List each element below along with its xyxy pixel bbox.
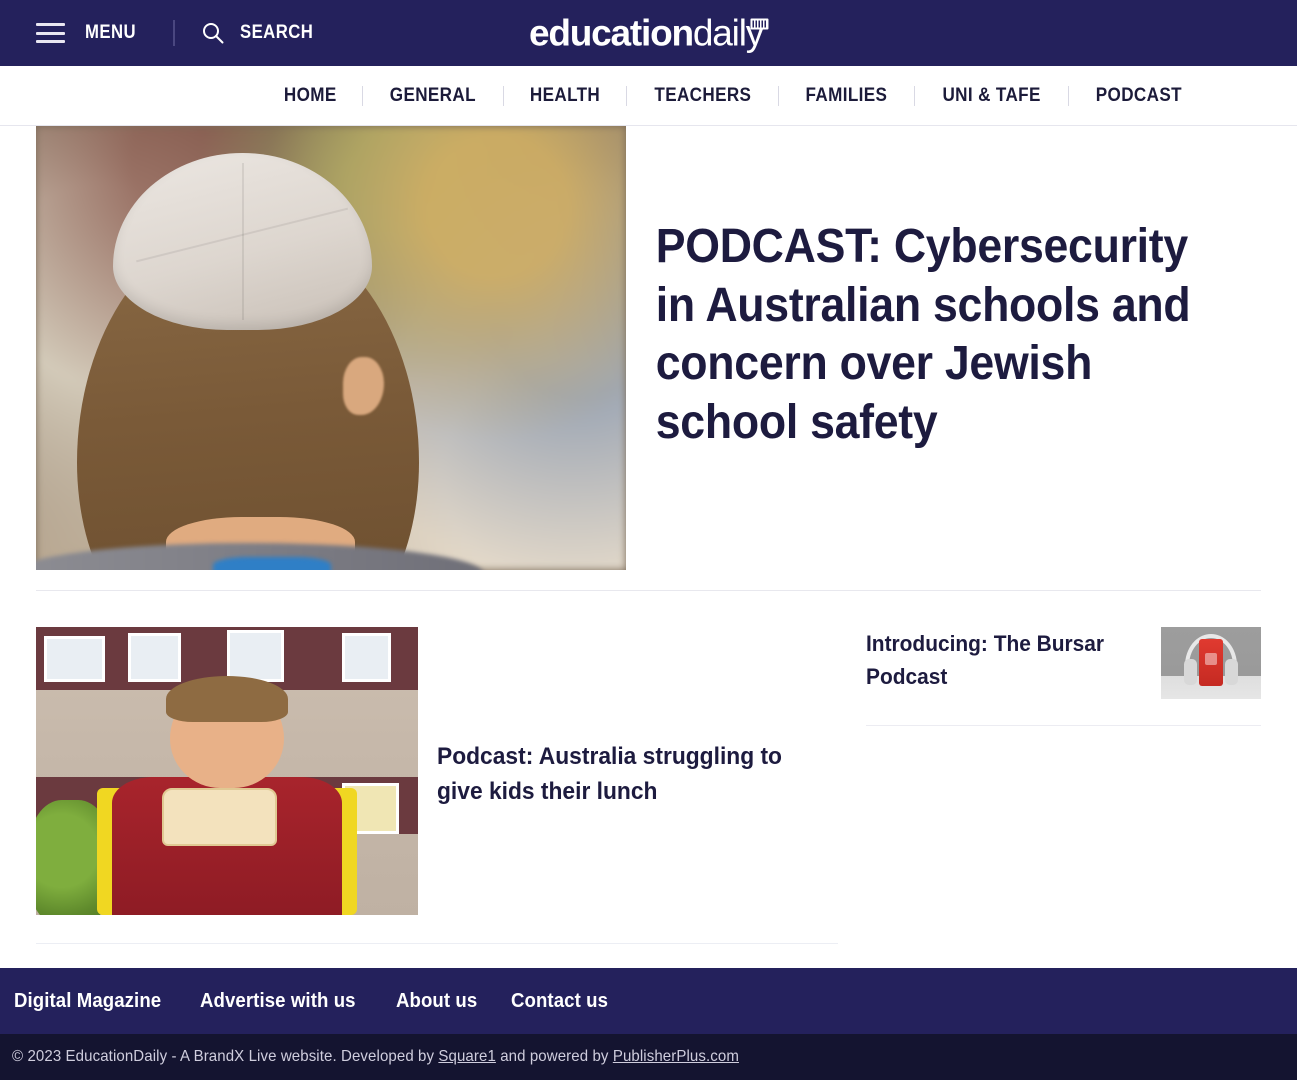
site-logo[interactable]: education daily	[528, 12, 769, 54]
site-footer: Digital Magazine Advertise with us About…	[0, 968, 1297, 1080]
logo-primary-text: education	[528, 12, 694, 54]
sandwich-art	[162, 788, 277, 846]
article-image[interactable]	[36, 627, 418, 915]
nav-separator	[914, 85, 916, 106]
footer-link-advertise[interactable]: Advertise with us	[200, 990, 356, 1013]
footer-link-about[interactable]: About us	[396, 990, 477, 1013]
nav-separator	[778, 85, 780, 106]
copyright-prefix: © 2023 EducationDaily - A BrandX Live we…	[12, 1048, 439, 1065]
hero-divider	[36, 590, 1261, 591]
content-row: Podcast: Australia struggling to give ki…	[0, 627, 1297, 944]
headphone-cup-art	[1225, 658, 1238, 685]
sidebar-article-thumbnail[interactable]	[1161, 627, 1261, 699]
hamburger-bar	[36, 31, 65, 35]
article-card[interactable]: Podcast: Australia struggling to give ki…	[36, 627, 838, 915]
headphone-cup-art	[1184, 658, 1197, 685]
nav-separator	[502, 85, 504, 106]
copyright-middle: and powered by	[495, 1048, 613, 1065]
book-icon	[750, 18, 769, 30]
nav-separator	[361, 85, 363, 106]
sidebar-article-headline[interactable]: Introducing: The Bursar Podcast	[866, 627, 1146, 694]
top-bar-left-group: MENU SEARCH	[0, 20, 323, 46]
window-art	[227, 629, 285, 682]
search-label: SEARCH	[239, 22, 314, 43]
window-art	[341, 632, 392, 682]
main-navigation: HOME GENERAL HEALTH TEACHERS FAMILIES UN…	[0, 66, 1297, 126]
nav-item-general[interactable]: GENERAL	[370, 85, 496, 107]
article-divider	[36, 943, 838, 944]
sidebar-divider	[866, 725, 1261, 726]
hero-article: PODCAST: Cybersecurity in Australian sch…	[0, 126, 1297, 570]
sidebar-column: Introducing: The Bursar Podcast	[838, 627, 1261, 944]
hero-image[interactable]	[36, 126, 626, 570]
nav-separator	[1068, 85, 1070, 106]
copyright-text: © 2023 EducationDaily - A BrandX Live we…	[12, 1048, 739, 1066]
hamburger-bar	[36, 40, 65, 43]
top-bar: MENU SEARCH education daily	[0, 0, 1297, 66]
footer-link-contact[interactable]: Contact us	[511, 990, 608, 1013]
square1-link[interactable]: Square1	[438, 1048, 496, 1065]
footer-copyright-bar: © 2023 EducationDaily - A BrandX Live we…	[0, 1034, 1297, 1080]
footer-links-bar: Digital Magazine Advertise with us About…	[0, 968, 1297, 1034]
nav-item-podcast[interactable]: PODCAST	[1076, 85, 1202, 107]
hero-headline[interactable]: PODCAST: Cybersecurity in Australian sch…	[626, 126, 1217, 452]
nav-item-uni-tafe[interactable]: UNI & TAFE	[923, 85, 1061, 107]
search-button[interactable]: SEARCH	[201, 21, 323, 45]
nav-item-health[interactable]: HEALTH	[510, 85, 620, 107]
nav-list: HOME GENERAL HEALTH TEACHERS FAMILIES UN…	[259, 85, 1209, 107]
article-headline[interactable]: Podcast: Australia struggling to give ki…	[418, 627, 817, 810]
publisherplus-link[interactable]: PublisherPlus.com	[613, 1048, 739, 1065]
nav-item-families[interactable]: FAMILIES	[786, 85, 907, 107]
search-icon	[202, 23, 224, 44]
hamburger-bar	[36, 23, 65, 26]
nav-item-home[interactable]: HOME	[264, 85, 356, 107]
hero-collar-art	[213, 556, 331, 570]
nav-item-teachers[interactable]: TEACHERS	[634, 85, 771, 107]
nav-separator	[625, 85, 627, 106]
window-art	[127, 632, 182, 682]
phone-art	[1199, 638, 1223, 687]
main-column: Podcast: Australia struggling to give ki…	[36, 627, 838, 944]
topbar-divider	[172, 20, 175, 46]
boy-hair-art	[165, 675, 289, 723]
window-art	[43, 635, 105, 682]
footer-link-digital-magazine[interactable]: Digital Magazine	[14, 990, 161, 1013]
sidebar-article-card[interactable]: Introducing: The Bursar Podcast	[866, 627, 1261, 699]
hamburger-menu-icon[interactable]	[36, 23, 65, 43]
menu-button[interactable]: MENU	[85, 22, 136, 44]
